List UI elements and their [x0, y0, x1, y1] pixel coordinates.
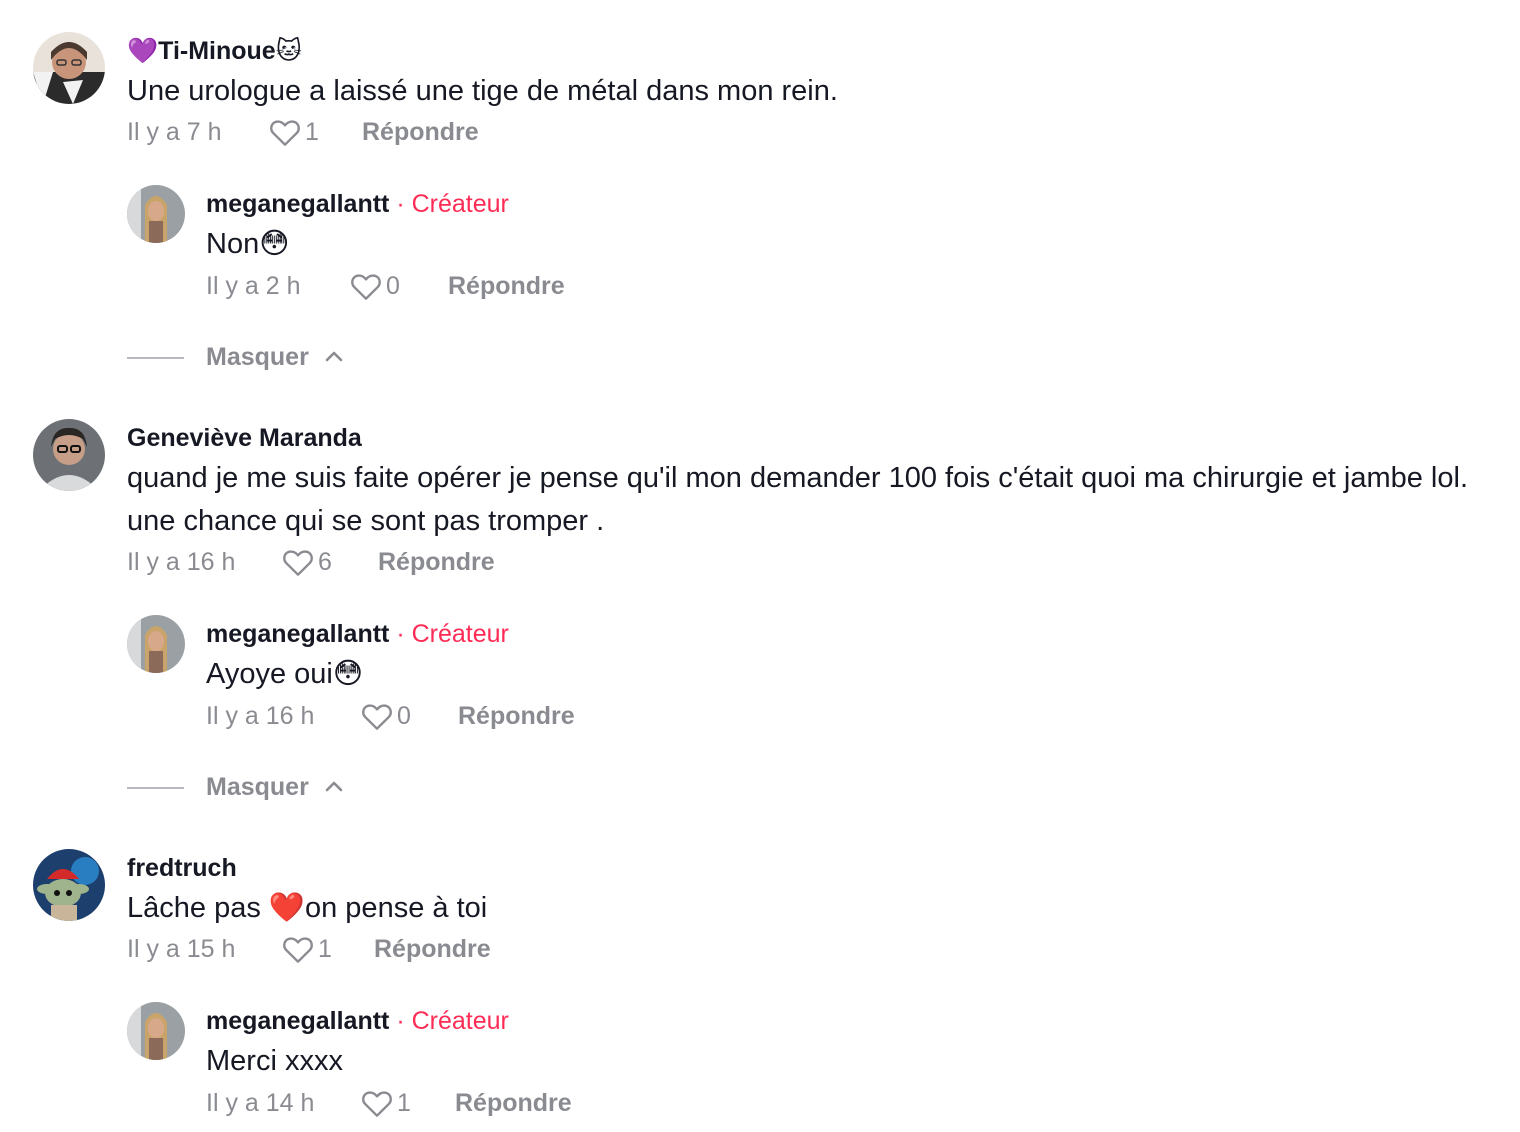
reply-username-text[interactable]: meganegallantt	[206, 620, 389, 648]
creator-badge: · Créateur	[396, 190, 509, 218]
creator-badge: · Créateur	[396, 620, 509, 648]
chevron-up-icon	[325, 781, 343, 792]
heart-outline-icon	[362, 704, 392, 730]
reply-username[interactable]: meganegallantt · Créateur	[206, 619, 509, 649]
like-button[interactable]: 6	[282, 546, 332, 578]
creator-label: Créateur	[411, 620, 509, 648]
avatar[interactable]	[33, 32, 105, 104]
creator-label: Créateur	[411, 1007, 509, 1035]
reply-text: Non😳	[206, 228, 290, 260]
heart-outline-icon	[283, 937, 313, 963]
comment-text: Une urologue a laissé une tige de métal …	[127, 75, 838, 107]
like-count: 0	[386, 272, 400, 300]
divider-line	[127, 357, 184, 359]
like-button[interactable]: 1	[282, 933, 332, 965]
hide-label: Masquer	[206, 343, 309, 371]
comment-username[interactable]: 💜Ti-Minoue🐱	[127, 36, 302, 66]
reply-meta: Il y a 14 h 1 Répondre	[206, 1087, 626, 1119]
creator-badge: · Créateur	[396, 1007, 509, 1035]
like-button[interactable]: 0	[350, 270, 400, 302]
like-button[interactable]: 1	[269, 116, 319, 148]
comment-time: Il y a 16 h	[127, 548, 236, 576]
reply-time: Il y a 16 h	[206, 702, 315, 730]
reply-time: Il y a 14 h	[206, 1089, 315, 1117]
reply-button[interactable]: Répondre	[448, 270, 565, 302]
avatar[interactable]	[127, 1002, 185, 1060]
reply-username[interactable]: meganegallantt · Créateur	[206, 189, 509, 219]
reply-username-text[interactable]: meganegallantt	[206, 1007, 389, 1035]
like-button[interactable]: 0	[361, 700, 411, 732]
comment-text: Lâche pas ❤️on pense à toi	[127, 892, 488, 924]
chevron-up-icon	[325, 351, 343, 362]
like-count: 1	[305, 118, 319, 146]
separator-dot: ·	[396, 190, 405, 218]
avatar[interactable]	[33, 419, 105, 491]
like-count: 1	[397, 1089, 411, 1117]
comment-time: Il y a 15 h	[127, 935, 236, 963]
like-button[interactable]: 1	[361, 1087, 411, 1119]
divider-line	[127, 787, 184, 789]
reply-text: Ayoye oui😳	[206, 658, 364, 690]
avatar[interactable]	[127, 615, 185, 673]
reply-time: Il y a 2 h	[206, 272, 301, 300]
heart-outline-icon	[351, 274, 381, 300]
separator-dot: ·	[396, 620, 405, 648]
reply-username-text[interactable]: meganegallantt	[206, 190, 389, 218]
reply-meta: Il y a 16 h 0 Répondre	[206, 700, 626, 732]
comment-meta: Il y a 7 h 1 Répondre	[127, 116, 527, 148]
heart-outline-icon	[283, 550, 313, 576]
heart-outline-icon	[362, 1091, 392, 1117]
reply-meta: Il y a 2 h 0 Répondre	[206, 270, 606, 302]
comment-meta: Il y a 15 h 1 Répondre	[127, 933, 547, 965]
hide-label: Masquer	[206, 773, 309, 801]
separator-dot: ·	[396, 1007, 405, 1035]
like-count: 1	[318, 935, 332, 963]
reply-button[interactable]: Répondre	[378, 546, 495, 578]
avatar[interactable]	[127, 185, 185, 243]
like-count: 0	[397, 702, 411, 730]
reply-text: Merci xxxx	[206, 1045, 343, 1077]
reply-button[interactable]: Répondre	[362, 116, 479, 148]
comment-text: quand je me suis faite opérer je pense q…	[127, 462, 1468, 494]
reply-button[interactable]: Répondre	[455, 1087, 572, 1119]
comment-username[interactable]: fredtruch	[127, 853, 237, 883]
reply-button[interactable]: Répondre	[374, 933, 491, 965]
heart-outline-icon	[270, 120, 300, 146]
comment-username[interactable]: Geneviève Maranda	[127, 423, 362, 453]
comment-text: une chance qui se sont pas tromper .	[127, 505, 605, 537]
comment-time: Il y a 7 h	[127, 118, 222, 146]
like-count: 6	[318, 548, 332, 576]
reply-username[interactable]: meganegallantt · Créateur	[206, 1006, 509, 1036]
creator-label: Créateur	[411, 190, 509, 218]
reply-button[interactable]: Répondre	[458, 700, 575, 732]
avatar[interactable]	[33, 849, 105, 921]
comment-meta: Il y a 16 h 6 Répondre	[127, 546, 547, 578]
